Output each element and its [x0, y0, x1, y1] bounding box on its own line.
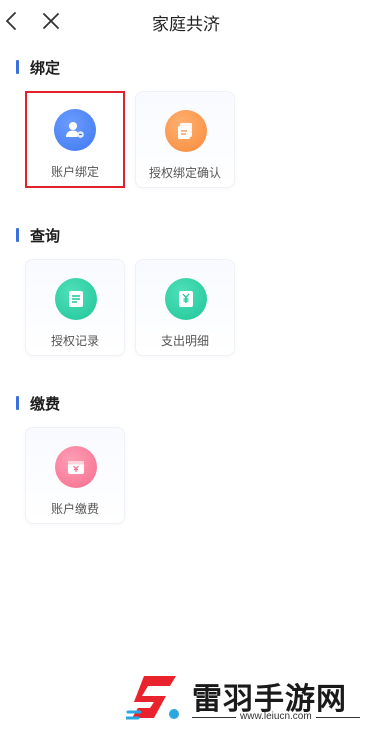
section-accent-bar — [16, 228, 19, 242]
top-bar: 家庭共济 — [0, 0, 372, 44]
watermark-divider-left — [192, 717, 236, 718]
section-header-payment: 缴费 — [16, 393, 60, 413]
document-confirm-icon — [165, 110, 207, 152]
watermark-url: www.leiucn.com — [240, 711, 312, 722]
card-label: 支出明细 — [160, 334, 209, 348]
account-payment-card[interactable]: 账户缴费 — [25, 427, 125, 524]
record-list-icon — [55, 278, 97, 320]
section-title: 缴费 — [30, 394, 61, 413]
section-header-query: 查询 — [16, 225, 60, 245]
card-label: 账户缴费 — [50, 502, 99, 516]
watermark-divider-right — [316, 717, 360, 718]
card-label: 账户绑定 — [50, 165, 99, 179]
card-label: 授权记录 — [50, 334, 99, 348]
card-label: 授权绑定确认 — [148, 166, 221, 180]
watermark: 雷羽手游网 www.leiucn.com — [120, 668, 370, 730]
section-header-binding: 绑定 — [16, 57, 60, 77]
payment-card-icon — [55, 446, 97, 488]
expense-detail-icon — [165, 278, 207, 320]
section-accent-bar — [16, 60, 19, 74]
auth-binding-confirm-card[interactable]: 授权绑定确认 — [135, 91, 235, 188]
section-title: 查询 — [30, 226, 61, 245]
account-binding-card[interactable]: 账户绑定 — [25, 91, 125, 188]
section-accent-bar — [16, 396, 19, 410]
user-link-icon — [54, 109, 96, 151]
auth-record-card[interactable]: 授权记录 — [25, 259, 125, 356]
expense-detail-card[interactable]: 支出明细 — [135, 259, 235, 356]
section-title: 绑定 — [30, 58, 61, 77]
watermark-logo — [126, 676, 179, 720]
page-title: 家庭共济 — [152, 15, 220, 35]
